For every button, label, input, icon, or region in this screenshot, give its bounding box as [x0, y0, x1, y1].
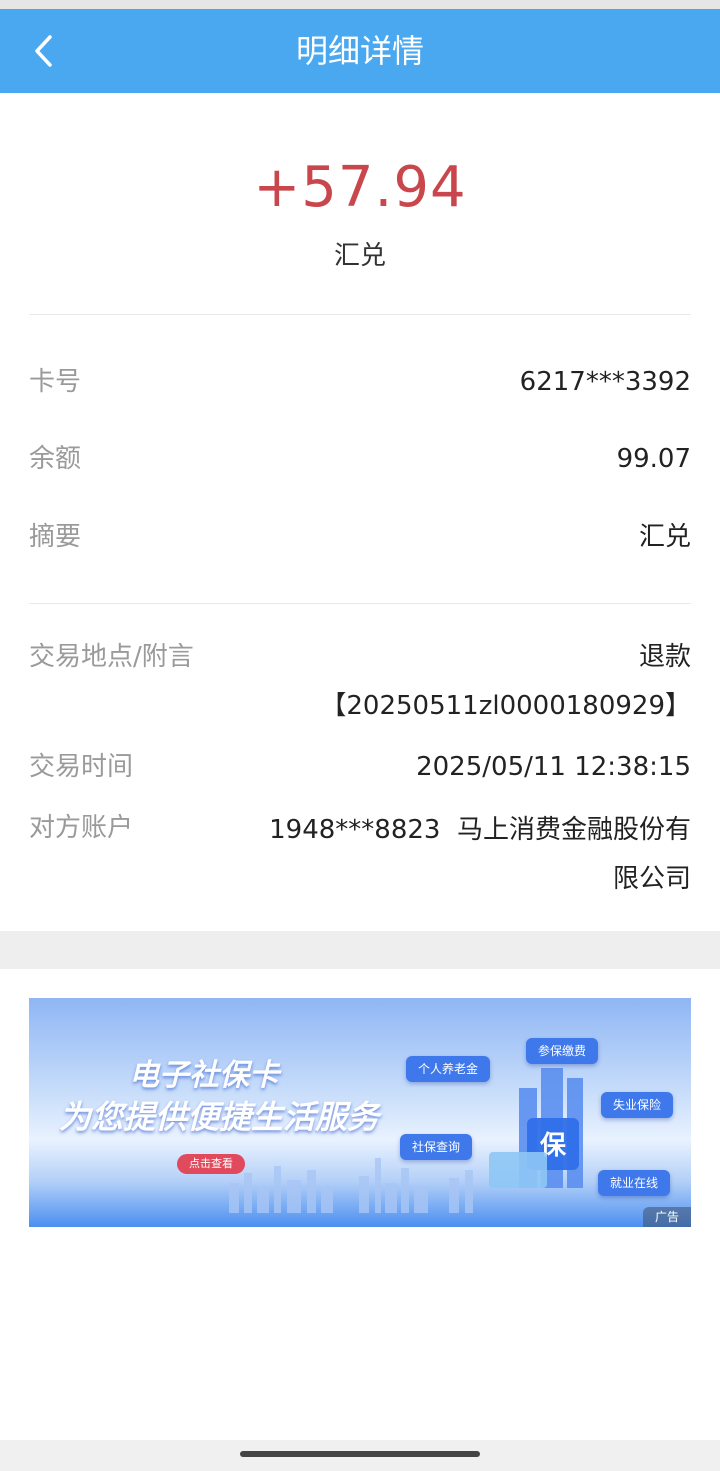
transaction-amount: +57.94 [253, 155, 467, 220]
banner-bubble: 失业保险 [601, 1092, 674, 1118]
card-number-value: 6217***3392 [519, 367, 691, 397]
counterparty-value-line2: 限公司 [612, 864, 691, 894]
summary-label: 摘要 [29, 522, 82, 552]
time-label: 交易时间 [29, 752, 134, 782]
location-value-line1: 退款 [638, 642, 691, 672]
banner-title: 电子社保卡 [129, 1058, 279, 1093]
counterparty-label: 对方账户 [29, 813, 134, 843]
banner-bubble: 社保查询 [400, 1134, 473, 1160]
balance-value: 99.07 [616, 444, 691, 474]
home-indicator[interactable] [240, 1451, 480, 1457]
status-bar [0, 0, 720, 9]
ad-tag: 广告 [643, 1207, 691, 1227]
banner-cta-button[interactable]: 点击查看 [177, 1154, 245, 1174]
page-title: 明细详情 [295, 32, 424, 70]
nav-bar: 明细详情 [0, 9, 720, 93]
divider [29, 314, 691, 315]
location-label: 交易地点/附言 [29, 642, 194, 672]
chevron-left-icon [35, 35, 52, 67]
summary-value: 汇兑 [638, 522, 691, 552]
ad-banner[interactable]: 保 电子社保卡 为您提供便捷生活服务 点击查看 个人养老金 参保缴费 失业保险 … [29, 998, 691, 1227]
banner-bubble: 参保缴费 [526, 1038, 599, 1064]
banner-subtitle: 为您提供便捷生活服务 [59, 1098, 380, 1136]
time-value: 2025/05/11 12:38:15 [416, 752, 691, 782]
location-value-line2: 【20250511zl0000180929】 [320, 691, 691, 721]
section-separator [0, 931, 720, 969]
divider [29, 603, 691, 604]
banner-bubble: 就业在线 [598, 1170, 671, 1196]
banner-bubble: 个人养老金 [406, 1056, 491, 1082]
transaction-type: 汇兑 [333, 241, 386, 271]
back-button[interactable] [22, 29, 66, 73]
card-number-label: 卡号 [29, 367, 82, 397]
balance-label: 余额 [29, 444, 82, 474]
counterparty-value-line1: 1948***8823 马上消费金融股份有 [269, 815, 691, 845]
